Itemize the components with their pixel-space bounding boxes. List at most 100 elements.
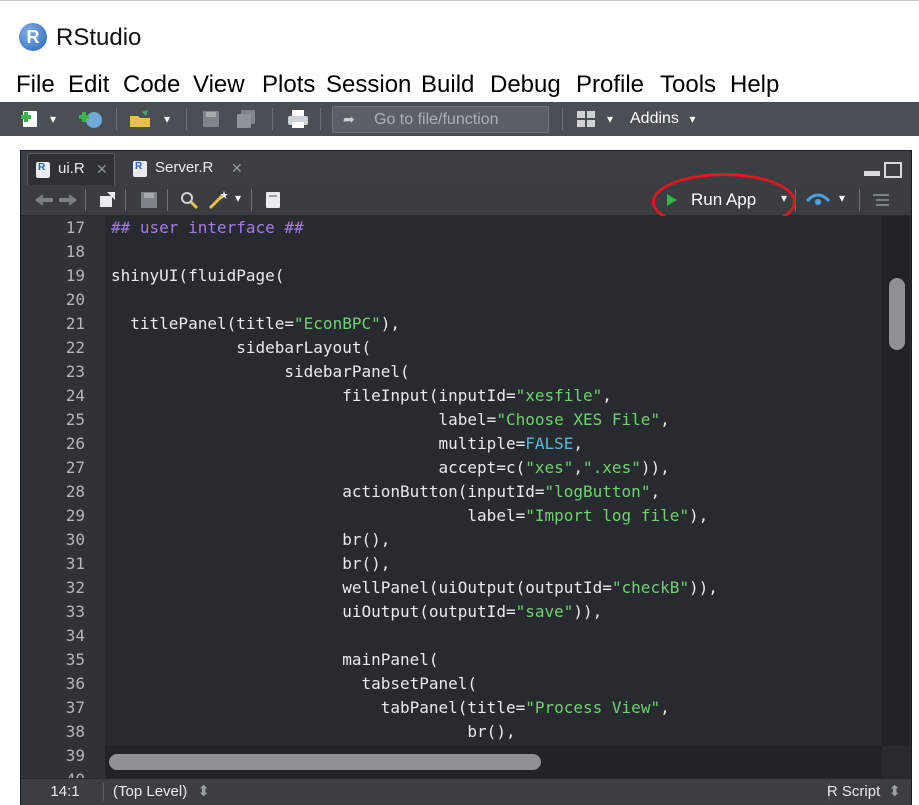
vertical-scroll-thumb[interactable] <box>889 278 905 350</box>
code-token: , <box>602 386 612 405</box>
line-number: 29 <box>65 506 85 525</box>
code-token: multiple= <box>111 434 526 453</box>
code-token: "xesfile" <box>515 386 603 405</box>
code-line: uiOutput(outputId="save")), <box>111 600 602 624</box>
minimize-maximize-icon[interactable] <box>863 161 903 179</box>
line-number: 38 <box>65 722 85 741</box>
code-token: "Import log file" <box>525 506 689 525</box>
code-token: actionButton(inputId= <box>111 482 545 501</box>
scope-updown-icon: ⬍ <box>197 783 210 800</box>
tab-label: Server.R <box>155 159 214 176</box>
code-token: label= <box>111 506 526 525</box>
line-number: 37 <box>65 698 85 717</box>
pane-layout-icon[interactable] <box>575 108 597 130</box>
scope-selector[interactable]: (Top Level) ⬍ <box>113 779 210 805</box>
run-app-dropdown-icon[interactable]: ▾ <box>781 191 787 205</box>
go-to-file-input[interactable]: ➦ Go to file/function <box>332 106 549 133</box>
code-token: "logButton" <box>544 482 651 501</box>
line-number: 23 <box>65 362 85 381</box>
code-line: shinyUI(fluidPage( <box>111 264 284 288</box>
document-outline-icon[interactable] <box>871 191 891 209</box>
tab-server-r[interactable]: Server.R ✕ <box>125 153 255 185</box>
code-token: "checkB" <box>611 578 689 597</box>
code-token: "save" <box>515 602 574 621</box>
code-tools-dropdown-icon[interactable]: ▾ <box>235 191 241 205</box>
tab-ui-r[interactable]: ui.R ✕ <box>27 153 115 186</box>
code-area[interactable]: ## user interface ## shinyUI(fluidPage( t… <box>111 216 881 778</box>
print-icon[interactable] <box>286 108 310 130</box>
r-file-icon <box>36 161 50 178</box>
new-file-dropdown-icon[interactable]: ▾ <box>50 108 56 130</box>
open-file-dropdown-icon[interactable]: ▾ <box>164 108 170 130</box>
line-number: 22 <box>65 338 85 357</box>
menu-file[interactable]: File <box>16 70 55 100</box>
vertical-scrollbar[interactable] <box>882 216 910 746</box>
file-type-selector[interactable]: R Script ⬍ <box>827 779 901 805</box>
horizontal-scrollbar[interactable] <box>105 746 882 778</box>
code-line: ## user interface ## <box>111 216 304 240</box>
code-line: label="Choose XES File", <box>111 408 670 432</box>
code-token: ), <box>688 506 709 525</box>
line-number: 34 <box>65 626 85 645</box>
code-line: titlePanel(title="EconBPC"), <box>111 312 400 336</box>
save-all-icon[interactable] <box>234 108 260 130</box>
go-to-file-placeholder: Go to file/function <box>374 111 499 128</box>
run-app-button[interactable]: Run App <box>661 187 781 213</box>
publish-icon[interactable] <box>805 191 831 209</box>
new-project-icon[interactable] <box>78 108 104 130</box>
code-token: sidebarLayout( <box>111 338 372 357</box>
cursor-position: 14:1 <box>50 783 80 800</box>
file-type-updown-icon: ⬍ <box>888 783 901 800</box>
pane-layout-dropdown-icon[interactable]: ▾ <box>607 108 613 130</box>
menu-edit[interactable]: Edit <box>68 70 109 100</box>
r-file-icon <box>133 160 147 177</box>
code-token: "xes" <box>525 458 574 477</box>
source-pane: ui.R ✕ Server.R ✕ ▾ Run App ▾ <box>20 150 912 805</box>
menu-view[interactable]: View <box>193 70 245 100</box>
code-token: accept=c( <box>111 458 526 477</box>
line-number: 18 <box>65 242 85 261</box>
code-token: mainPanel( <box>111 650 439 669</box>
menu-plots[interactable]: Plots <box>262 70 315 100</box>
toolbar-spacer <box>0 136 919 150</box>
horizontal-scroll-thumb[interactable] <box>109 754 541 770</box>
menu-profile[interactable]: Profile <box>576 70 644 100</box>
publish-dropdown-icon[interactable]: ▾ <box>839 191 845 205</box>
menu-bar: File Edit Code View Plots Session Build … <box>0 66 919 102</box>
save-icon[interactable] <box>200 108 222 130</box>
save-file-icon[interactable] <box>139 190 159 210</box>
compile-report-icon[interactable] <box>263 190 283 210</box>
close-tab-icon[interactable]: ✕ <box>96 154 108 184</box>
run-app-label: Run App <box>691 190 757 209</box>
menu-tools[interactable]: Tools <box>660 70 716 100</box>
open-file-icon[interactable] <box>128 108 154 130</box>
show-in-window-icon[interactable] <box>97 190 117 210</box>
menu-debug[interactable]: Debug <box>490 70 561 100</box>
code-line: sidebarPanel( <box>111 360 409 384</box>
menu-session[interactable]: Session <box>326 70 411 100</box>
code-token: FALSE <box>525 434 574 453</box>
code-token: , <box>660 698 670 717</box>
code-token: , <box>573 434 584 453</box>
file-type-label: R Script <box>826 783 881 800</box>
line-number: 33 <box>65 602 85 621</box>
line-number: 31 <box>65 554 85 573</box>
code-token: )), <box>688 578 718 597</box>
code-token: , <box>660 410 670 429</box>
menu-help[interactable]: Help <box>730 70 779 100</box>
forward-arrow-icon[interactable] <box>57 191 79 209</box>
code-token: "Process View" <box>525 698 661 717</box>
menu-code[interactable]: Code <box>123 70 180 100</box>
line-number: 25 <box>65 410 85 429</box>
back-arrow-icon[interactable] <box>33 191 55 209</box>
code-tools-wand-icon[interactable] <box>207 189 231 211</box>
addins-menu[interactable]: Addins ▾ <box>630 108 695 130</box>
menu-build[interactable]: Build <box>421 70 474 100</box>
close-tab-icon[interactable]: ✕ <box>231 153 243 183</box>
line-number: 35 <box>65 650 85 669</box>
code-editor[interactable]: 17 18 19 20 21 22 23 24 25 26 27 28 29 30 31 32 33 34 35 36… <box>21 216 911 778</box>
line-number: 39 <box>65 746 85 765</box>
new-file-icon[interactable] <box>20 108 44 130</box>
line-number: 24 <box>65 386 85 405</box>
search-icon[interactable] <box>179 190 199 210</box>
